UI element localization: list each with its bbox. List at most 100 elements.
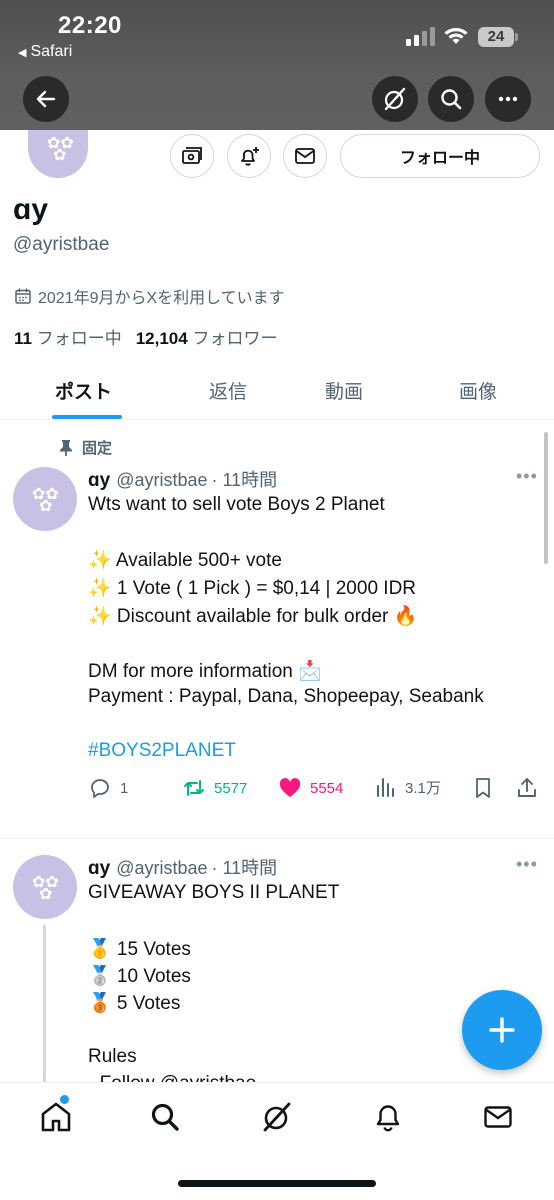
search-icon: [151, 1103, 179, 1131]
followers-label: フォロワー: [192, 329, 278, 348]
tip-button[interactable]: [170, 134, 214, 178]
like-button[interactable]: 5554: [278, 776, 343, 800]
profile-handle: @ayristbae: [13, 234, 110, 255]
post-text-line: Payment : Paypal, Dana, Shopeepay, Seaba…: [88, 686, 484, 707]
grok-button[interactable]: [372, 76, 418, 122]
following-button[interactable]: フォロー中: [340, 134, 540, 178]
follow-stats: 11 フォロー中 12,104 フォロワー: [14, 324, 277, 349]
post-text-line: Rules: [88, 1046, 137, 1067]
post-time: · 11時間: [211, 470, 278, 490]
grok-icon: [263, 1102, 291, 1132]
post-text-line: 🥇 15 Votes: [88, 939, 191, 960]
active-tab-indicator: [52, 415, 122, 419]
views-icon: [377, 778, 394, 797]
avatar-flower-icon: ✿: [39, 498, 53, 515]
pin-icon: [60, 439, 72, 456]
tab-videos[interactable]: 動画: [325, 377, 363, 404]
wifi-icon: [444, 28, 468, 44]
share-button[interactable]: [515, 776, 539, 800]
post-author-name[interactable]: ɑy: [88, 470, 110, 491]
post-text-line: DM for more information 📩: [88, 661, 322, 682]
post-author-handle[interactable]: @ayristbae: [116, 858, 207, 878]
scrollbar[interactable]: [544, 432, 548, 564]
profile-tabs: ポスト 返信 動画 画像: [0, 360, 554, 420]
avatar-flower-icon: ✿: [53, 147, 67, 164]
home-indicator: [178, 1180, 376, 1187]
tab-replies[interactable]: 返信: [209, 377, 247, 404]
grok-icon: [384, 87, 406, 111]
reply-button[interactable]: 1: [88, 776, 128, 800]
compose-post-button[interactable]: [462, 990, 542, 1070]
post-text-line: ✨ Available 500+ vote: [88, 550, 282, 571]
like-count: 5554: [310, 779, 344, 797]
profile-avatar[interactable]: ✿✿ ✿: [28, 130, 88, 178]
repost-count: 5577: [214, 779, 248, 797]
mail-icon: [484, 1106, 512, 1128]
battery-tip: [515, 33, 518, 41]
calendar-icon: [15, 288, 31, 304]
joined-date: 2021年9月からXを利用しています: [14, 284, 285, 308]
pinned-label: 固定: [58, 437, 112, 458]
avatar-flower-icon: ✿: [39, 886, 53, 903]
following-link[interactable]: 11 フォロー中: [14, 329, 122, 348]
nav-messages[interactable]: [478, 1099, 518, 1135]
profile-display-name: ɑy: [13, 193, 49, 226]
post-text-line: ✨ Discount available for bulk order 🔥: [88, 606, 418, 627]
status-time: 22:20: [58, 12, 122, 39]
back-triangle-icon: ◀: [18, 47, 27, 59]
post-header: ɑy @ayristbae · 11時間: [88, 466, 277, 492]
back-button[interactable]: [23, 76, 69, 122]
pinned-text: 固定: [82, 440, 113, 457]
post-text-line: 🥉 5 Votes: [88, 993, 181, 1014]
post-more-button[interactable]: •••: [516, 854, 538, 875]
hashtag-link[interactable]: #BOYS2PLANET: [88, 740, 236, 762]
post-author-name[interactable]: ɑy: [88, 858, 110, 879]
repost-button[interactable]: 5577: [182, 776, 247, 800]
following-label: フォロー中: [36, 329, 122, 348]
tab-media[interactable]: 画像: [459, 377, 497, 404]
search-icon: [441, 89, 462, 110]
joined-text: 2021年9月からXを利用しています: [38, 290, 285, 307]
nav-home[interactable]: [36, 1099, 76, 1135]
message-button[interactable]: [283, 134, 327, 178]
bell-icon: [376, 1105, 400, 1132]
home-notification-dot: [60, 1095, 69, 1104]
share-icon: [518, 778, 536, 797]
bell-plus-icon: [241, 147, 259, 166]
post-more-button[interactable]: •••: [516, 466, 538, 487]
post-author-handle[interactable]: @ayristbae: [116, 470, 207, 490]
post-text-line: ✨ 1 Vote ( 1 Pick ) = $0,14 | 2000 IDR: [88, 578, 417, 599]
top-bar: 22:20 ◀ Safari 24: [0, 0, 554, 130]
followers-link[interactable]: 12,104 フォロワー: [136, 329, 278, 348]
post-text-line: 🥈 10 Votes: [88, 966, 191, 987]
followers-count: 12,104: [135, 329, 188, 348]
post-header: ɑy @ayristbae · 11時間: [88, 854, 277, 880]
thread-connector: [43, 925, 46, 1085]
nav-notifications[interactable]: [368, 1099, 408, 1135]
like-icon: [279, 778, 301, 797]
more-options-button[interactable]: [485, 76, 531, 122]
tab-posts[interactable]: ポスト: [55, 377, 112, 404]
search-button[interactable]: [428, 76, 474, 122]
post-avatar[interactable]: ✿✿ ✿: [13, 467, 77, 531]
bookmark-button[interactable]: [472, 776, 494, 800]
notify-button[interactable]: [227, 134, 271, 178]
post-text-line: GIVEAWAY BOYS II PLANET: [88, 882, 340, 903]
post-text-line: Wts want to sell vote Boys 2 Planet: [88, 494, 385, 515]
bookmark-icon: [476, 778, 490, 798]
views-button[interactable]: 3.1万: [375, 776, 441, 798]
back-arrow-icon: [36, 90, 56, 108]
home-icon: [41, 1102, 71, 1132]
back-to-app-link[interactable]: ◀ Safari: [18, 43, 72, 61]
nav-search[interactable]: [145, 1099, 185, 1135]
cellular-signal-icon: [406, 26, 436, 46]
tip-icon: [182, 147, 202, 164]
following-count: 11: [14, 329, 32, 348]
post-avatar[interactable]: ✿✿ ✿: [13, 855, 77, 919]
compose-plus-icon: [489, 1017, 515, 1043]
reply-icon: [91, 779, 109, 798]
back-app-label: Safari: [30, 43, 73, 60]
post-actions: 1 5577 5554 3.1万: [88, 776, 542, 804]
nav-grok[interactable]: [257, 1099, 297, 1135]
mail-icon: [295, 148, 315, 164]
